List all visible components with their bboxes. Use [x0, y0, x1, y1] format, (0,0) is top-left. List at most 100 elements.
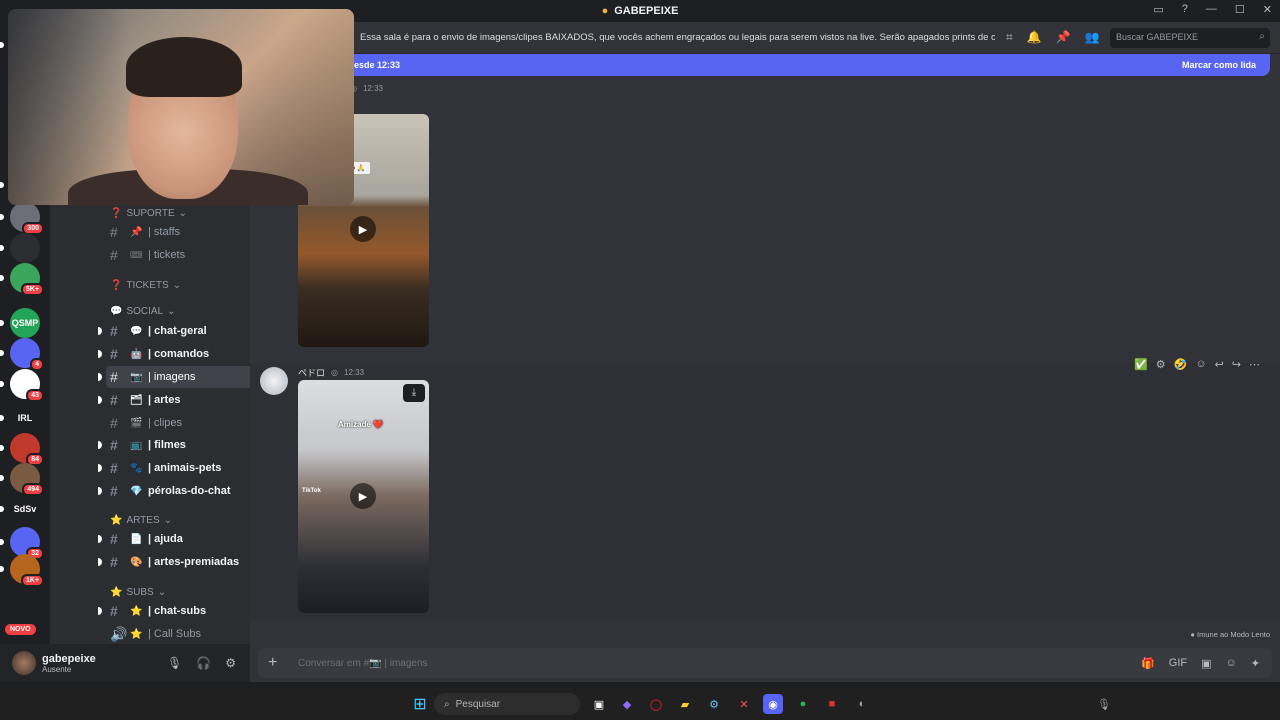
user-info[interactable]: gabepeixe Ausente: [42, 653, 96, 674]
app-icon[interactable]: ■: [822, 694, 842, 714]
close-button[interactable]: ✕: [1263, 3, 1272, 16]
download-icon[interactable]: ⤓: [403, 384, 425, 402]
gift-icon[interactable]: 🎁: [1141, 657, 1155, 670]
unread-indicator: [98, 327, 102, 335]
unread-indicator: [98, 396, 102, 404]
reaction-icon[interactable]: ⚙: [1156, 358, 1166, 371]
message-time: 12:33: [362, 84, 384, 93]
avatar[interactable]: [12, 651, 36, 675]
robot-icon: 🤖: [130, 348, 143, 360]
search-input[interactable]: Buscar GABEPEIXE ⌕: [1110, 28, 1270, 48]
opera-icon[interactable]: ◯: [646, 694, 666, 714]
copilot-icon[interactable]: ◆: [617, 694, 637, 714]
avatar[interactable]: [260, 367, 288, 395]
unread-pill: [0, 566, 4, 572]
unread-pill: [0, 415, 4, 421]
category-suporte[interactable]: ❓SUPORTE⌄+: [110, 206, 286, 221]
server-icon[interactable]: SdSv: [10, 494, 40, 524]
username: gabepeixe: [42, 652, 96, 665]
server-icon[interactable]: QSMP: [10, 308, 40, 338]
chevron-down-icon: ⌄: [163, 515, 173, 526]
forward-icon[interactable]: ↪: [1232, 358, 1241, 371]
server-icon[interactable]: 5K+: [10, 263, 44, 296]
minimize-button[interactable]: —: [1206, 3, 1217, 16]
laugh-reaction-icon[interactable]: 🤣: [1174, 358, 1188, 371]
category-artes[interactable]: ⭐ARTES⌄+: [110, 513, 286, 528]
channel-label: | animais-pets: [148, 462, 222, 474]
microphone-tray-icon[interactable]: 🎙: [1094, 694, 1114, 714]
message-time: 12:33: [344, 368, 365, 377]
server-icon[interactable]: 32: [10, 527, 44, 560]
inbox-icon[interactable]: ▭: [1153, 3, 1163, 16]
gear-icon[interactable]: ⚙: [225, 656, 236, 670]
user-status: Ausente: [42, 664, 72, 674]
video-attachment[interactable]: ⤓ Amizade ❤️ TikTok ▶: [298, 380, 429, 613]
apps-icon[interactable]: ✦: [1251, 657, 1260, 670]
category-tickets[interactable]: ❓TICKETS⌄+: [110, 278, 286, 293]
message-input[interactable]: + Conversar em #📷 | imagens 🎁 GIF ▣ ☺ ✦: [258, 648, 1272, 678]
hash-icon: #: [110, 369, 118, 385]
maximize-button[interactable]: ☐: [1235, 3, 1245, 16]
file-explorer-icon[interactable]: ▰: [675, 694, 695, 714]
more-icon[interactable]: ⋯: [1249, 358, 1260, 371]
server-icon[interactable]: IRL: [10, 403, 40, 433]
server-label: SdSv: [13, 504, 37, 514]
play-icon[interactable]: ▶: [350, 483, 376, 509]
ticket-icon: 🎟: [130, 249, 143, 261]
server-icon[interactable]: 84: [10, 433, 44, 466]
message-author[interactable]: ペドロ: [298, 366, 325, 379]
unread-pill: [0, 539, 4, 545]
bell-icon[interactable]: 🔔: [1027, 30, 1042, 45]
pin-icon[interactable]: 📌: [1056, 30, 1071, 45]
add-reaction-icon[interactable]: ☺: [1195, 358, 1206, 371]
threads-icon[interactable]: ⌗: [1006, 30, 1013, 45]
channel-header: Essa sala é para o envio de imagens/clip…: [250, 22, 1280, 54]
server-icon[interactable]: [10, 233, 40, 263]
play-icon[interactable]: ▶: [350, 216, 376, 242]
unread-pill: [0, 245, 4, 251]
new-messages-bar[interactable]: esde 12:33 Marcar como lida: [346, 54, 1270, 76]
server-icon[interactable]: 494: [10, 463, 44, 496]
folder-icon: 🗂: [130, 394, 143, 406]
windows-start-icon[interactable]: ⊞: [410, 694, 430, 714]
unread-pill: [0, 182, 4, 188]
members-icon[interactable]: 👥: [1085, 30, 1100, 45]
unread-indicator: [98, 350, 102, 358]
steam-icon[interactable]: ⚙: [704, 694, 724, 714]
discord-icon[interactable]: ◉: [763, 694, 783, 714]
star-icon: ⭐: [110, 515, 123, 526]
channel-label: | artes-premiadas: [148, 556, 240, 568]
category-social[interactable]: 💬SOCIAL⌄+: [110, 304, 286, 319]
channel-label: | clipes: [148, 417, 183, 429]
emoji-icon[interactable]: ☺: [1226, 657, 1237, 670]
server-icon[interactable]: 300: [10, 202, 44, 235]
hash-icon: #: [110, 247, 118, 263]
hash-icon: #: [110, 437, 118, 453]
category-subs[interactable]: ⭐SUBS⌄+: [110, 585, 286, 600]
mark-as-read-button[interactable]: Marcar como lida: [1182, 60, 1256, 70]
hash-icon: #: [110, 460, 118, 476]
headphones-icon[interactable]: 🎧: [196, 656, 211, 670]
checkmark-reaction-icon[interactable]: ✅: [1134, 358, 1148, 371]
add-attachment-icon[interactable]: +: [268, 654, 277, 672]
spotify-icon[interactable]: ●: [793, 694, 813, 714]
unread-pill: [0, 381, 4, 387]
server-icon[interactable]: 43: [10, 369, 44, 402]
capcut-icon[interactable]: ✕: [734, 694, 754, 714]
gif-icon[interactable]: GIF: [1169, 657, 1187, 670]
server-icon[interactable]: 4: [10, 338, 44, 371]
app-icon-2[interactable]: ◐: [852, 694, 872, 714]
reply-icon[interactable]: ↩: [1215, 358, 1224, 371]
chat-area: Essa sala é para o envio de imagens/clip…: [250, 22, 1280, 682]
channel-topic[interactable]: Essa sala é para o envio de imagens/clip…: [360, 32, 995, 43]
chevron-down-icon: ⌄: [167, 306, 176, 317]
server-icon[interactable]: 1K+: [10, 554, 44, 587]
webcam-person-hair: [126, 37, 242, 97]
unread-pill: [0, 506, 4, 512]
taskbar-search[interactable]: ⌕ Pesquisar: [434, 693, 580, 715]
task-view-icon[interactable]: ▣: [589, 694, 609, 714]
help-icon[interactable]: ?: [1182, 3, 1188, 16]
sticker-icon[interactable]: ▣: [1201, 657, 1211, 670]
unread-pill: [0, 350, 4, 356]
microphone-icon[interactable]: 🎙: [167, 656, 182, 670]
